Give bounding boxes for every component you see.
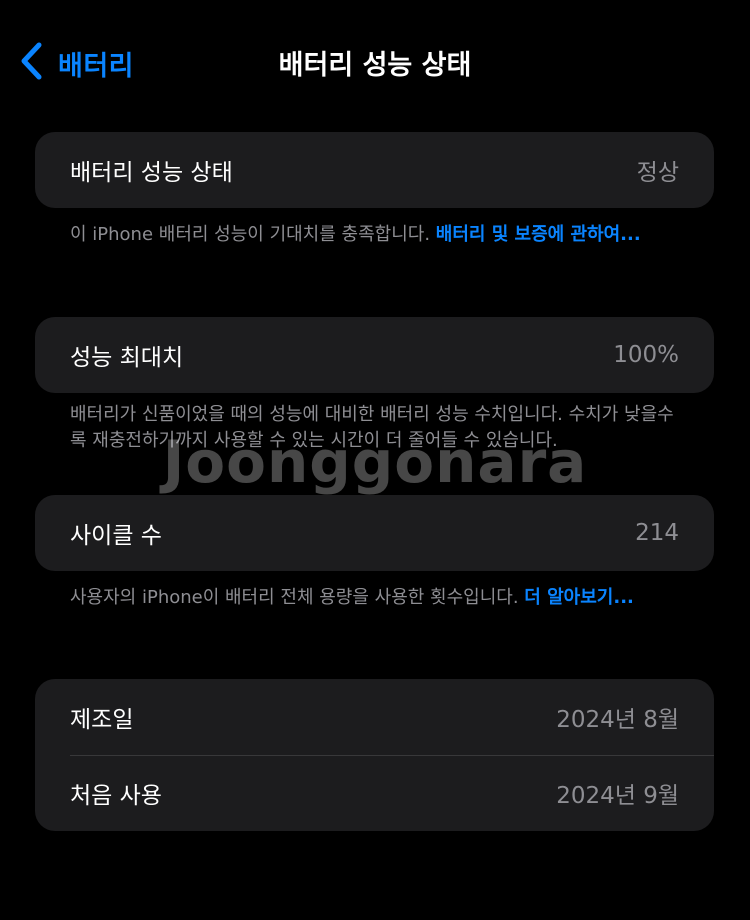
battery-health-footnote: 이 iPhone 배터리 성능이 기대치를 충족합니다. 배터리 및 보증에 관… xyxy=(70,222,690,248)
cycle-count-footnote: 사용자의 iPhone이 배터리 전체 용량을 사용한 횟수입니다. 더 알아보… xyxy=(70,585,690,611)
cycle-count-label: 사이클 수 xyxy=(70,523,162,549)
battery-health-card: 배터리 성능 상태 정상 xyxy=(35,132,714,208)
manufacture-date-value: 2024년 8월 xyxy=(556,707,679,733)
max-capacity-value: 100% xyxy=(613,342,679,368)
first-use-label: 처음 사용 xyxy=(70,783,162,809)
max-capacity-card: 성능 최대치 100% xyxy=(35,317,714,393)
cycle-count-value: 214 xyxy=(635,520,679,546)
max-capacity-footnote-text: 배터리가 신품이었을 때의 성능에 대비한 배터리 성능 수치입니다. 수치가 … xyxy=(70,404,674,451)
page-title: 배터리 성능 상태 xyxy=(278,50,472,81)
battery-health-value: 정상 xyxy=(636,160,679,186)
navigation-bar: 배터리 배터리 성능 상태 xyxy=(0,0,750,125)
first-use-row: 처음 사용 2024년 9월 xyxy=(35,755,714,831)
max-capacity-row: 성능 최대치 100% xyxy=(35,317,714,393)
max-capacity-label: 성능 최대치 xyxy=(70,345,184,371)
learn-more-link[interactable]: 더 알아보기... xyxy=(524,587,634,608)
cycle-count-footnote-text: 사용자의 iPhone이 배터리 전체 용량을 사용한 횟수입니다. xyxy=(70,587,525,608)
first-use-value: 2024년 9월 xyxy=(556,783,679,809)
cycle-count-row: 사이클 수 214 xyxy=(35,495,714,571)
battery-health-screen: 배터리 배터리 성능 상태 배터리 성능 상태 정상 이 iPhone 배터리 … xyxy=(0,0,750,920)
battery-health-label: 배터리 성능 상태 xyxy=(70,160,233,186)
manufacture-date-label: 제조일 xyxy=(70,707,134,733)
dates-card: 제조일 2024년 8월 처음 사용 2024년 9월 xyxy=(35,679,714,831)
battery-health-footnote-text: 이 iPhone 배터리 성능이 기대치를 충족합니다. xyxy=(70,224,436,245)
battery-health-row[interactable]: 배터리 성능 상태 정상 xyxy=(35,132,714,208)
battery-warranty-link[interactable]: 배터리 및 보증에 관하여... xyxy=(436,224,641,245)
cycle-count-card: 사이클 수 214 xyxy=(35,495,714,571)
manufacture-date-row: 제조일 2024년 8월 xyxy=(35,679,714,755)
max-capacity-footnote: 배터리가 신품이었을 때의 성능에 대비한 배터리 성능 수치입니다. 수치가 … xyxy=(70,402,690,454)
